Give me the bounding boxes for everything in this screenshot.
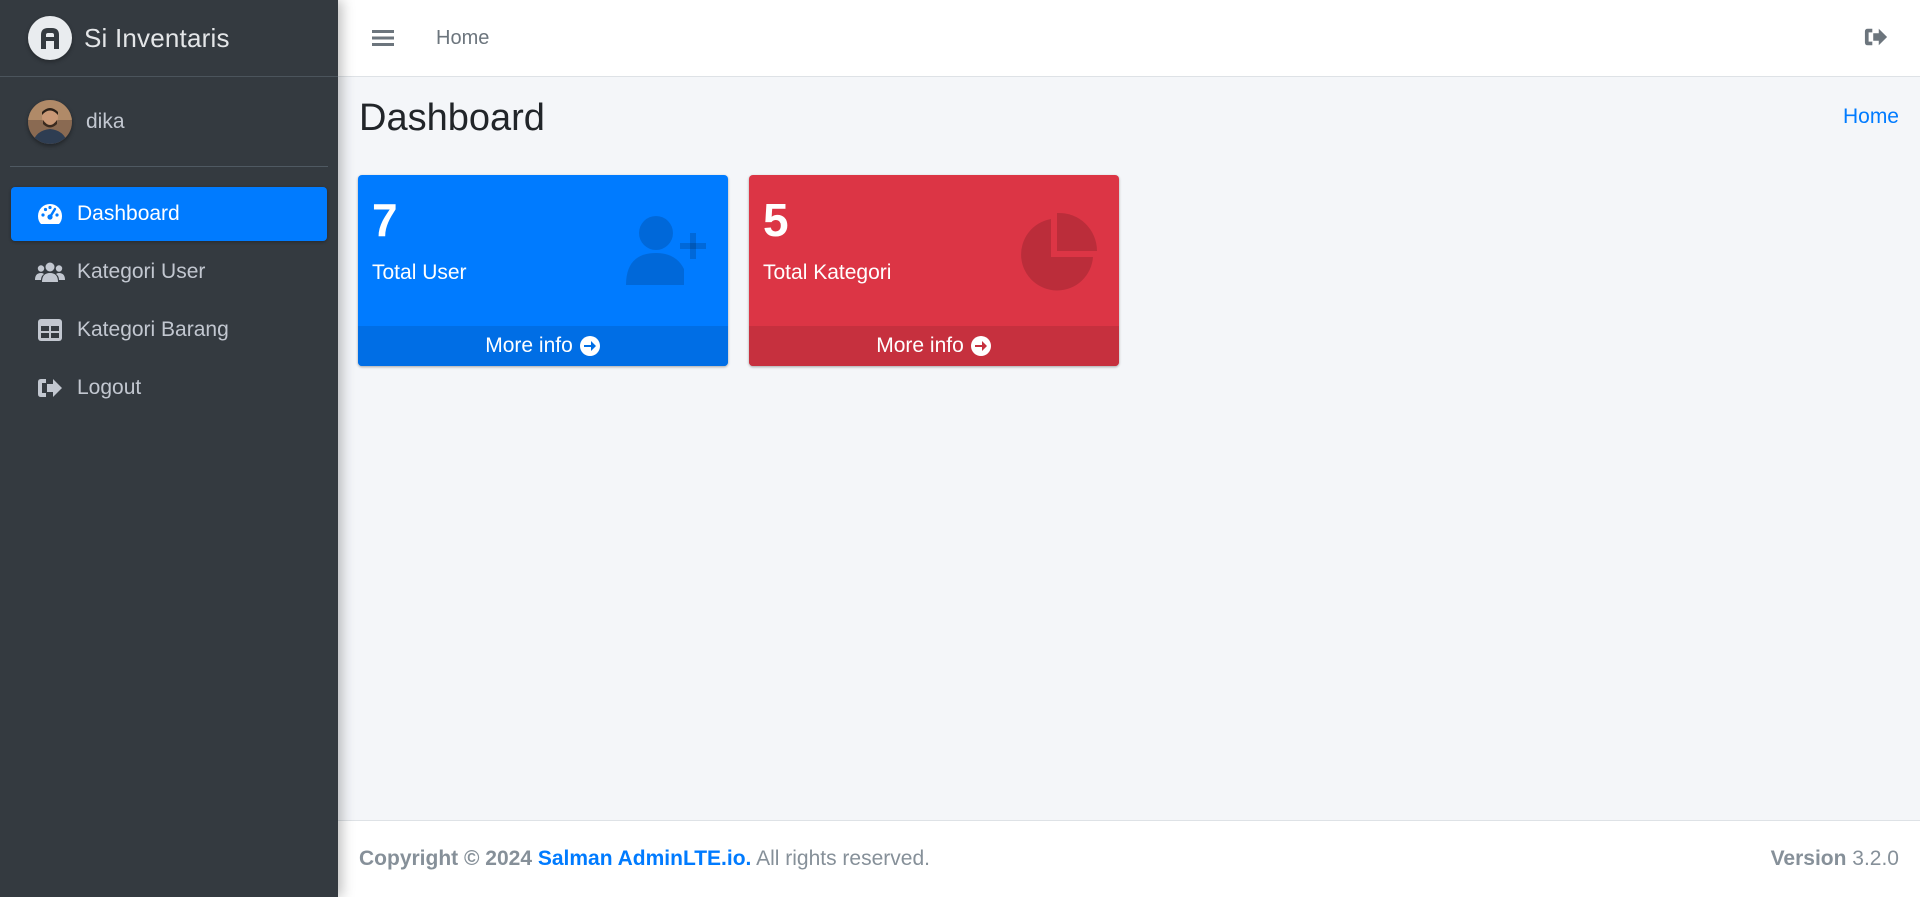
arrow-circle-right-icon [970,335,992,357]
card-number: 7 [372,194,398,246]
sidebar-nav: Dashboard Kategori User Kategori Barang … [0,167,338,415]
adminlte-logo-icon [28,16,72,60]
sign-out-icon[interactable] [1864,26,1890,52]
page-title: Dashboard [359,97,545,139]
card-label: Total User [372,261,467,284]
card-number: 5 [763,194,789,246]
breadcrumb[interactable]: Home [1843,105,1899,129]
total-user-card: 7 Total User More info [358,175,728,366]
brand-name: Si Inventaris [84,22,230,53]
pie-chart-icon [1011,207,1101,297]
sidebar-item-label: Dashboard [77,202,180,225]
sidebar-item-dashboard[interactable]: Dashboard [11,187,327,241]
copyright: Copyright © 2024 Salman AdminLTE.io. All… [359,847,930,871]
sidebar-item-label: Logout [77,376,142,399]
users-icon [35,257,65,287]
sidebar-item-label: Kategori User [77,260,206,283]
main-sidebar: Si Inventaris dika Dashboard Kategori Us… [0,0,338,897]
user-name: dika [86,109,125,133]
rights-text: All rights reserved. [756,847,930,870]
user-panel[interactable]: dika [10,77,328,167]
user-avatar [28,99,72,144]
navbar-home-link[interactable]: Home [436,27,489,50]
copyright-text: Copyright © 2024 [359,847,533,870]
more-info-link[interactable]: More info [749,326,1119,366]
version-label: Version [1770,847,1847,870]
version: Version 3.2.0 [1771,847,1899,871]
card-label: Total Kategori [763,261,892,284]
bars-icon[interactable] [370,25,396,51]
version-value: 3.2.0 [1852,847,1899,870]
table-icon [35,315,65,345]
sidebar-item-kategori-user[interactable]: Kategori User [11,245,327,299]
more-info-link[interactable]: More info [358,326,728,366]
sidebar-item-kategori-barang[interactable]: Kategori Barang [11,303,327,357]
user-plus-icon [620,207,710,297]
more-info-label: More info [876,334,964,357]
top-navbar: Home [338,0,1920,77]
total-kategori-card: 5 Total Kategori More info [749,175,1119,366]
sidebar-item-label: Kategori Barang [77,318,229,341]
main-footer: Copyright © 2024 Salman AdminLTE.io. All… [338,820,1920,897]
brand-link[interactable]: Si Inventaris [0,0,338,77]
sign-out-icon [35,373,65,403]
footer-link[interactable]: Salman AdminLTE.io. [538,847,752,870]
tachometer-icon [35,199,65,229]
content-wrapper: Dashboard Home 7 Total User More info 5 … [338,77,1920,820]
sidebar-item-logout[interactable]: Logout [11,361,327,415]
more-info-label: More info [485,334,573,357]
arrow-circle-right-icon [579,335,601,357]
